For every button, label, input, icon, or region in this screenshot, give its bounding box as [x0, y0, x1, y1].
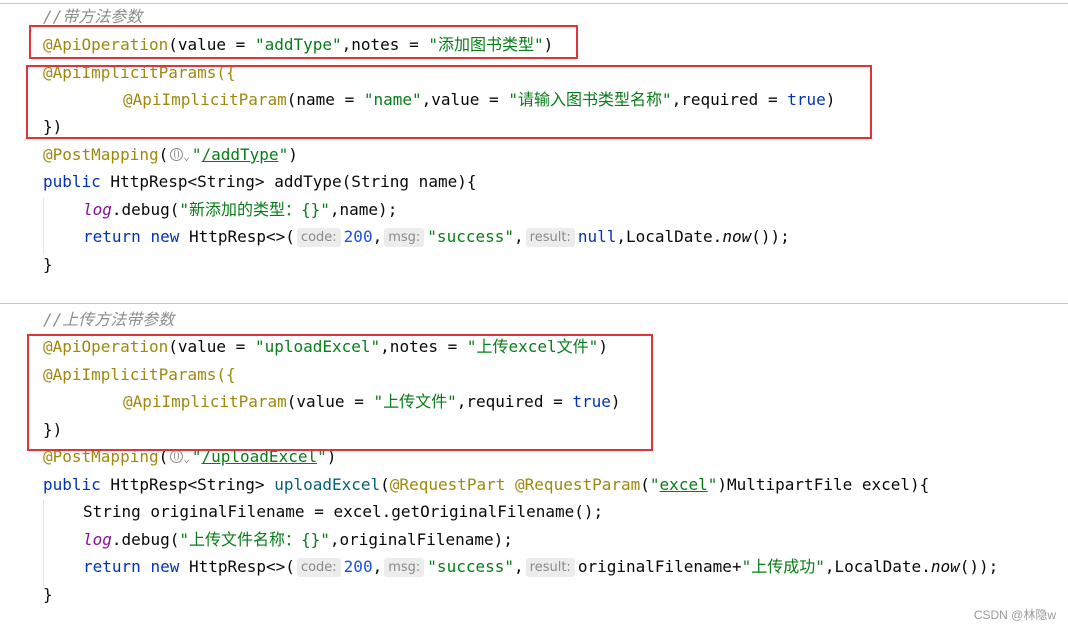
keyword: public — [43, 475, 101, 494]
code-text: ,name); — [329, 200, 398, 219]
log-debug-line[interactable]: log.debug("上传文件名称：{}",originalFilename); — [83, 526, 513, 553]
keyword: return — [83, 557, 141, 576]
code-text: .debug( — [111, 530, 180, 549]
code-text: , — [372, 557, 383, 576]
annotation: @PostMapping — [43, 145, 159, 164]
chevron-down-icon[interactable]: ⌄ — [183, 150, 190, 163]
watermark: CSDN @林隐w — [973, 608, 1056, 622]
code-text: HttpResp<String> addType(String name){ — [100, 172, 477, 191]
log-debug-line[interactable]: log.debug("新添加的类型：{}",name); — [83, 196, 397, 223]
closing-brace: } — [43, 255, 53, 274]
string-literal: "success" — [427, 227, 514, 246]
code-text: ()); — [751, 227, 790, 246]
chevron-down-icon[interactable]: ⌄ — [183, 452, 190, 465]
code-text: originalFilename+ — [577, 557, 742, 576]
keyword: new — [150, 227, 180, 246]
indent-guide — [43, 500, 44, 586]
string-literal: "新添加的类型：{}" — [179, 200, 330, 219]
globe-icon[interactable] — [170, 148, 184, 161]
code-text: ) — [288, 145, 298, 164]
return-line[interactable]: return new HttpResp<>(code: 200, msg: "succ… — [83, 223, 790, 250]
separator-top — [0, 3, 1068, 4]
globe-icon[interactable] — [170, 450, 184, 463]
filename-line[interactable]: String originalFilename = excel.getOrigi… — [83, 498, 603, 525]
string-literal: "上传成功" — [741, 557, 825, 576]
code-text: , — [514, 557, 524, 576]
code-text: ,LocalDate. — [616, 227, 723, 246]
code-text: HttpResp<>( — [179, 557, 295, 576]
string-literal: "success" — [427, 557, 514, 576]
method-call: now — [930, 557, 960, 576]
code-text: HttpResp<String> — [100, 475, 275, 494]
method-call: now — [722, 227, 752, 246]
code-text: ( — [158, 145, 169, 164]
param-name-link[interactable]: excel — [660, 475, 708, 494]
separator-middle — [0, 303, 1068, 304]
url-path-link[interactable]: /addType — [202, 145, 279, 164]
code-text: HttpResp<>( — [179, 227, 295, 246]
keyword: new — [150, 557, 180, 576]
highlight-box — [26, 65, 872, 139]
code-text: ( — [380, 475, 390, 494]
post-mapping-line[interactable]: @PostMapping(⌄ "/addType") — [43, 141, 298, 168]
keyword: public — [43, 172, 101, 191]
quote: " — [191, 145, 202, 164]
param-hint: code: — [296, 228, 341, 247]
method-name: uploadExcel — [274, 475, 381, 494]
code-text: ,originalFilename); — [329, 530, 513, 549]
string-literal: "上传文件名称：{}" — [179, 530, 330, 549]
code-text: )MultipartFile excel){ — [717, 475, 930, 494]
param-hint: msg: — [384, 558, 425, 577]
keyword: return — [83, 227, 141, 246]
param-hint: msg: — [384, 228, 425, 247]
code-text: ( — [640, 475, 650, 494]
number-literal: 200 — [343, 557, 373, 576]
method-signature-line[interactable]: public HttpResp<String> uploadExcel(@Req… — [43, 471, 929, 498]
param-hint: result: — [525, 228, 575, 247]
annotation: @RequestParam — [515, 475, 641, 494]
param-hint: code: — [296, 558, 341, 577]
highlight-box — [27, 334, 653, 451]
comment-line: //上传方法带参数 — [43, 310, 175, 329]
code-text: ()); — [959, 557, 999, 576]
field-reference: log — [83, 530, 112, 549]
code-text: .debug( — [111, 200, 180, 219]
quote: " — [278, 145, 289, 164]
indent-guide — [43, 198, 44, 255]
annotation: @RequestPart — [389, 475, 506, 494]
return-line[interactable]: return new HttpResp<>(code: 200, msg: "succ… — [83, 553, 998, 580]
keyword: null — [577, 227, 617, 246]
method-signature-line[interactable]: public HttpResp<String> addType(String n… — [43, 168, 476, 195]
closing-brace: } — [43, 585, 53, 604]
code-text: , — [514, 227, 524, 246]
code-text: ,LocalDate. — [824, 557, 931, 576]
field-reference: log — [83, 200, 112, 219]
param-hint: result: — [525, 558, 575, 577]
number-literal: 200 — [343, 227, 373, 246]
code-text: , — [372, 227, 383, 246]
highlight-box — [29, 25, 578, 59]
quote: " — [649, 475, 660, 494]
quote: " — [707, 475, 718, 494]
